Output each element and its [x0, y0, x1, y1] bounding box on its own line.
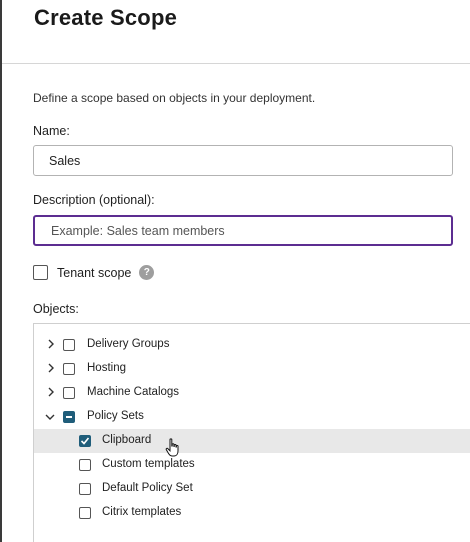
- window-left-border: [0, 0, 2, 542]
- tenant-scope-row[interactable]: Tenant scope ?: [33, 265, 155, 280]
- help-icon[interactable]: ?: [139, 265, 155, 280]
- tree-checkbox-partial[interactable]: [63, 411, 75, 423]
- description-label: Description (optional):: [33, 193, 155, 207]
- chevron-down-icon[interactable]: [45, 412, 55, 424]
- checkmark-icon: [80, 437, 90, 445]
- tenant-scope-label[interactable]: Tenant scope: [57, 266, 131, 280]
- page-title: Create Scope: [34, 5, 178, 30]
- dialog-header: Create Scope: [2, 0, 470, 64]
- chevron-right-icon[interactable]: [46, 339, 56, 352]
- tree-item-delivery-groups[interactable]: Delivery Groups: [34, 333, 470, 357]
- tree-item-policy-sets[interactable]: Policy Sets: [34, 405, 470, 429]
- hand-pointer-icon: [165, 438, 181, 463]
- intro-text: Define a scope based on objects in your …: [33, 91, 316, 105]
- tree-item-label: Policy Sets: [87, 410, 144, 422]
- tree-checkbox[interactable]: [63, 387, 75, 399]
- chevron-right-icon[interactable]: [46, 387, 56, 400]
- tenant-scope-checkbox[interactable]: [33, 265, 48, 280]
- tree-item-default-policy-set[interactable]: Default Policy Set: [34, 477, 470, 501]
- tree-checkbox[interactable]: [63, 363, 75, 375]
- objects-label: Objects:: [33, 302, 79, 316]
- description-input[interactable]: [33, 215, 453, 246]
- tree-checkbox-checked[interactable]: [79, 435, 91, 447]
- chevron-right-icon[interactable]: [46, 363, 56, 376]
- tree-item-hosting[interactable]: Hosting: [34, 357, 470, 381]
- name-label: Name:: [33, 124, 70, 138]
- tree-item-label: Clipboard: [102, 434, 152, 446]
- tree-item-custom-templates[interactable]: Custom templates: [34, 453, 470, 477]
- tree-checkbox[interactable]: [79, 459, 91, 471]
- tree-checkbox[interactable]: [79, 507, 91, 519]
- tree-item-label: Citrix templates: [102, 506, 182, 518]
- tree-item-label: Default Policy Set: [102, 482, 193, 494]
- tree-checkbox[interactable]: [79, 483, 91, 495]
- tree-item-label: Machine Catalogs: [87, 386, 180, 398]
- name-input[interactable]: [33, 145, 453, 176]
- tree-item-label: Delivery Groups: [87, 338, 170, 350]
- tree-checkbox[interactable]: [63, 339, 75, 351]
- tree-item-citrix-templates[interactable]: Citrix templates: [34, 501, 470, 525]
- tree-item-clipboard[interactable]: Clipboard: [34, 429, 470, 453]
- objects-tree: Delivery Groups Hosting Machine Catalogs…: [33, 323, 470, 542]
- tree-item-label: Hosting: [87, 362, 126, 374]
- tree-item-machine-catalogs[interactable]: Machine Catalogs: [34, 381, 470, 405]
